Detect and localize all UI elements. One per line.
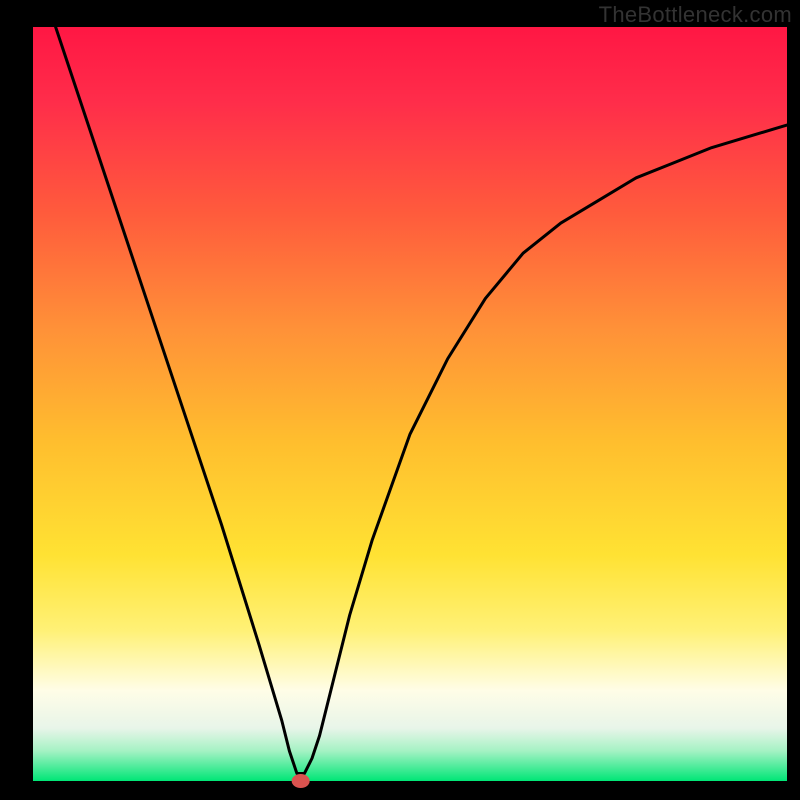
- watermark-text: TheBottleneck.com: [599, 2, 792, 28]
- gradient-background: [33, 27, 787, 781]
- optimal-point-marker: [292, 774, 310, 788]
- chart-svg: [0, 0, 800, 800]
- chart-container: TheBottleneck.com: [0, 0, 800, 800]
- plot-area: [33, 27, 787, 788]
